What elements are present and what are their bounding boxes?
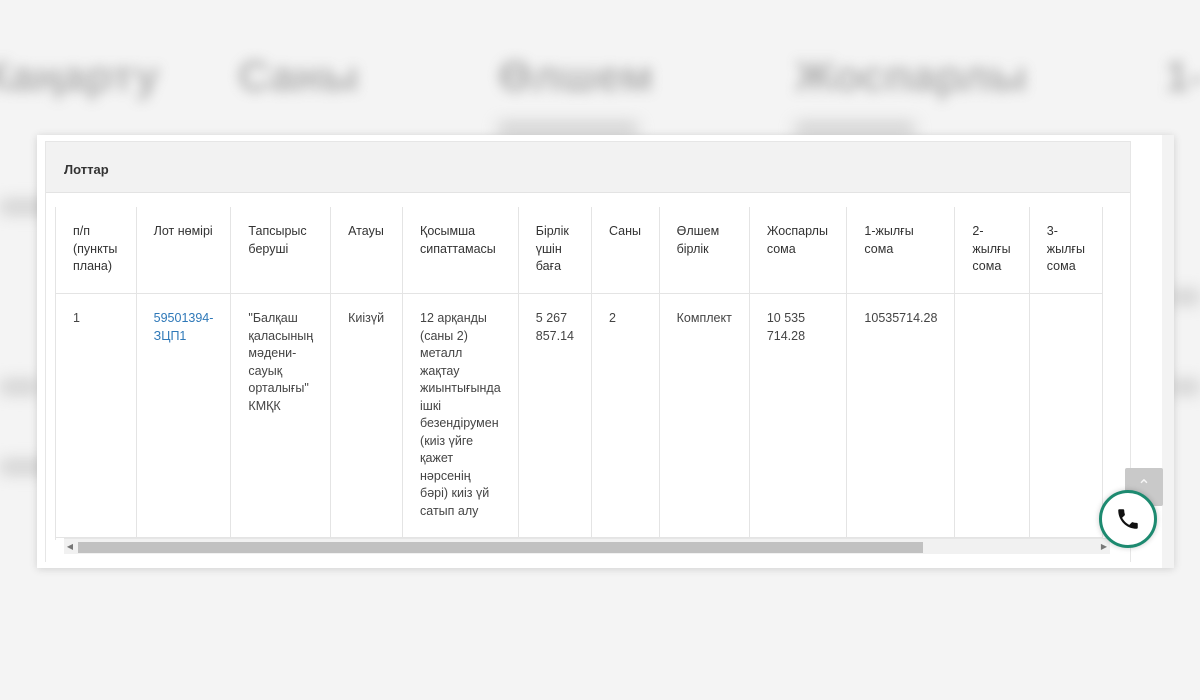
scrollbar-thumb[interactable] — [78, 542, 923, 553]
table-row: 1 59501394-ЗЦП1 "Балқаш қаласының мәдени… — [56, 293, 1103, 538]
cell-year3-sum — [1029, 293, 1103, 538]
lots-panel: Лоттар п/п (пункты плана) Лот нөмірі Тап… — [37, 135, 1174, 568]
cell-planned-sum: 10 535 714.28 — [749, 293, 848, 538]
cell-year2-sum — [954, 293, 1030, 538]
cell-customer: "Балқаш қаласының мәдени-сауық орталығы"… — [230, 293, 332, 538]
background-word: 1- — [1165, 52, 1200, 101]
background-word: Жаңарту — [0, 52, 160, 101]
cell-unit: Комплект — [659, 293, 750, 538]
lots-table: п/п (пункты плана) Лот нөмірі Тапсырыс б… — [56, 207, 1103, 538]
phone-icon — [1118, 509, 1138, 529]
panel-heading: Лоттар — [46, 142, 1130, 193]
cell-lot-number: 59501394-ЗЦП1 — [136, 293, 232, 538]
background-blur-bar — [1170, 380, 1200, 394]
background-blur-bar — [1170, 290, 1200, 304]
column-header: Саны — [591, 207, 660, 294]
column-header: Қосымша сипаттамасы — [402, 207, 519, 294]
column-header: Атауы — [330, 207, 404, 294]
panel-right-strip — [1162, 135, 1174, 568]
column-header: 3-жылғы сома — [1029, 207, 1103, 294]
horizontal-scrollbar[interactable]: ◀ ▶ — [64, 538, 1110, 554]
column-header: Өлшем бірлік — [659, 207, 750, 294]
cell-description: 12 арқанды (саны 2) металл жақтау жиынты… — [402, 293, 519, 538]
triangle-right-icon[interactable]: ▶ — [1098, 540, 1110, 554]
column-header: Жоспарлы сома — [749, 207, 848, 294]
table-header-row: п/п (пункты плана) Лот нөмірі Тапсырыс б… — [56, 207, 1103, 294]
call-button[interactable] — [1099, 490, 1157, 548]
cell-plan-number: 1 — [56, 293, 137, 538]
triangle-left-icon[interactable]: ◀ — [64, 540, 76, 554]
column-header: Бірлік үшін баға — [518, 207, 593, 294]
background-blur-bar — [0, 380, 40, 394]
column-header: п/п (пункты плана) — [56, 207, 137, 294]
background-word: Өлшем — [498, 52, 654, 101]
cell-quantity: 2 — [591, 293, 660, 538]
background-word: Саны — [238, 52, 359, 101]
cell-name: Киізүй — [330, 293, 404, 538]
column-header: Тапсырыс беруші — [230, 207, 332, 294]
table-scroll-area[interactable]: п/п (пункты плана) Лот нөмірі Тапсырыс б… — [55, 207, 1103, 540]
cell-year1-sum: 10535714.28 — [846, 293, 956, 538]
cell-unit-price: 5 267 857.14 — [518, 293, 593, 538]
column-header: Лот нөмірі — [136, 207, 232, 294]
lot-number-link[interactable]: 59501394-ЗЦП1 — [154, 311, 214, 343]
background-blur-bar — [795, 122, 915, 136]
column-header: 2-жылғы сома — [954, 207, 1030, 294]
column-header: 1-жылғы сома — [846, 207, 956, 294]
background-blur-bar — [498, 122, 638, 136]
background-word: Жоспарлы — [795, 52, 1028, 101]
